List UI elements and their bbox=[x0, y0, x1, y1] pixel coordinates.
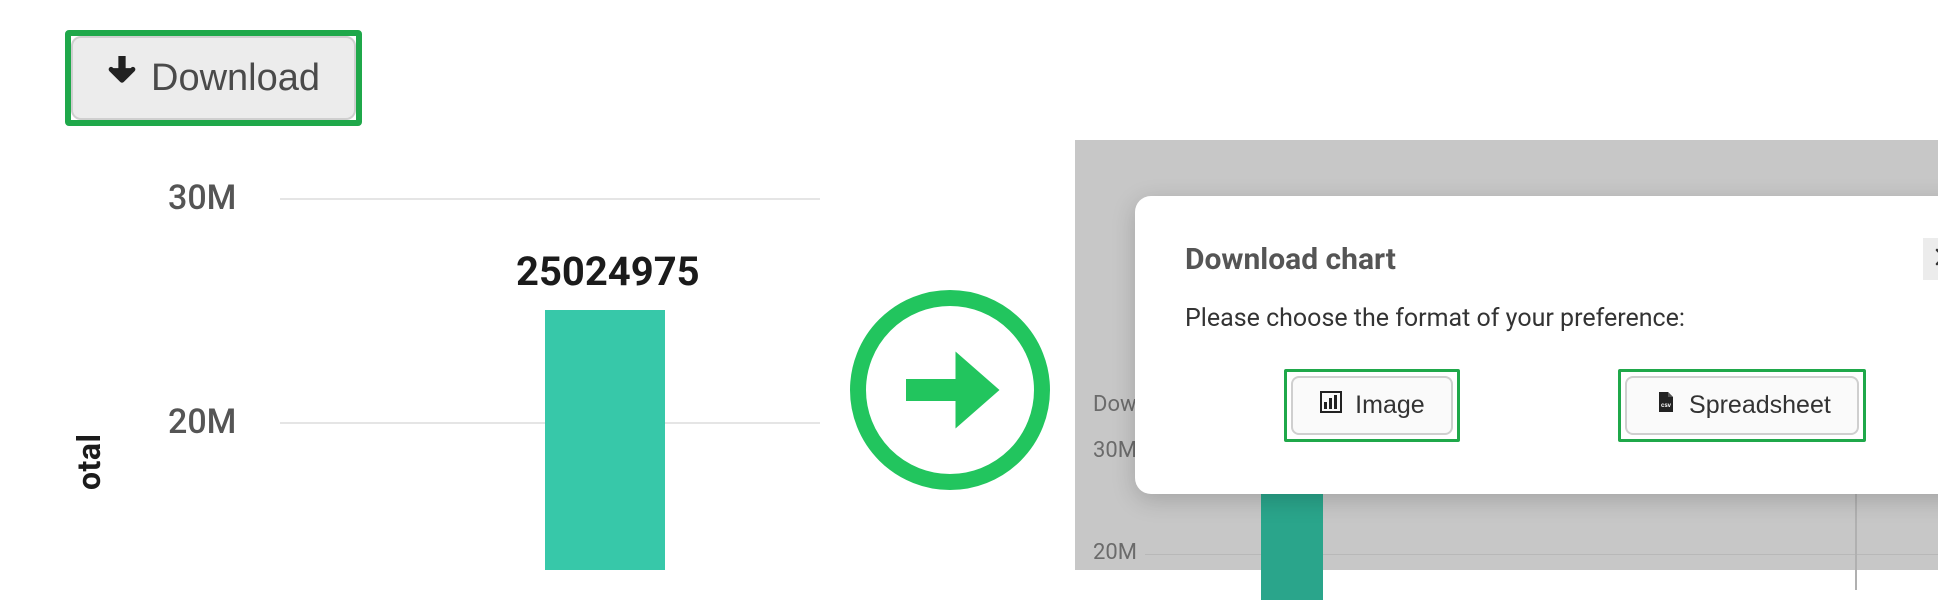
download-arrow-icon bbox=[107, 56, 137, 100]
download-button-highlight: Download bbox=[65, 30, 362, 126]
download-image-button[interactable]: Image bbox=[1291, 376, 1452, 435]
download-spreadsheet-label: Spreadsheet bbox=[1689, 391, 1831, 420]
step-arrow-icon bbox=[850, 290, 1050, 490]
close-button[interactable] bbox=[1923, 238, 1938, 280]
csv-file-icon: csv bbox=[1653, 390, 1677, 421]
bg-download-text: Dow bbox=[1093, 392, 1137, 417]
y-axis-label: otal bbox=[70, 434, 108, 490]
download-chart-modal: Download chart Please choose the format … bbox=[1135, 196, 1938, 494]
y-tick-label: 30M bbox=[168, 178, 236, 218]
modal-title: Download chart bbox=[1185, 242, 1396, 277]
bar-value-label: 25024975 bbox=[516, 248, 700, 295]
bg-y-tick: 30M bbox=[1093, 438, 1137, 463]
modal-view: Dow 30M 20M ounces Download chart Please… bbox=[1075, 140, 1938, 570]
chart-view: Download otal 30M 20M 25024975 bbox=[0, 0, 820, 570]
close-icon bbox=[1934, 244, 1938, 274]
y-tick-label: 20M bbox=[168, 402, 236, 442]
modal-description: Please choose the format of your prefere… bbox=[1185, 304, 1938, 333]
spreadsheet-button-highlight: csv Spreadsheet bbox=[1618, 369, 1866, 442]
chart-bar bbox=[545, 310, 665, 570]
svg-text:csv: csv bbox=[1661, 403, 1672, 409]
bg-y-tick: 20M bbox=[1093, 540, 1137, 565]
modal-actions: Image csv Spreadsheet bbox=[1185, 369, 1938, 442]
download-image-label: Image bbox=[1355, 391, 1424, 420]
modal-header: Download chart bbox=[1185, 238, 1938, 280]
download-spreadsheet-button[interactable]: csv Spreadsheet bbox=[1625, 376, 1859, 435]
bar-chart-icon bbox=[1319, 390, 1343, 421]
gridline bbox=[280, 198, 820, 200]
download-button-label: Download bbox=[151, 57, 320, 100]
image-button-highlight: Image bbox=[1284, 369, 1459, 442]
download-button[interactable]: Download bbox=[71, 36, 356, 120]
bg-chart-bar bbox=[1261, 480, 1323, 600]
